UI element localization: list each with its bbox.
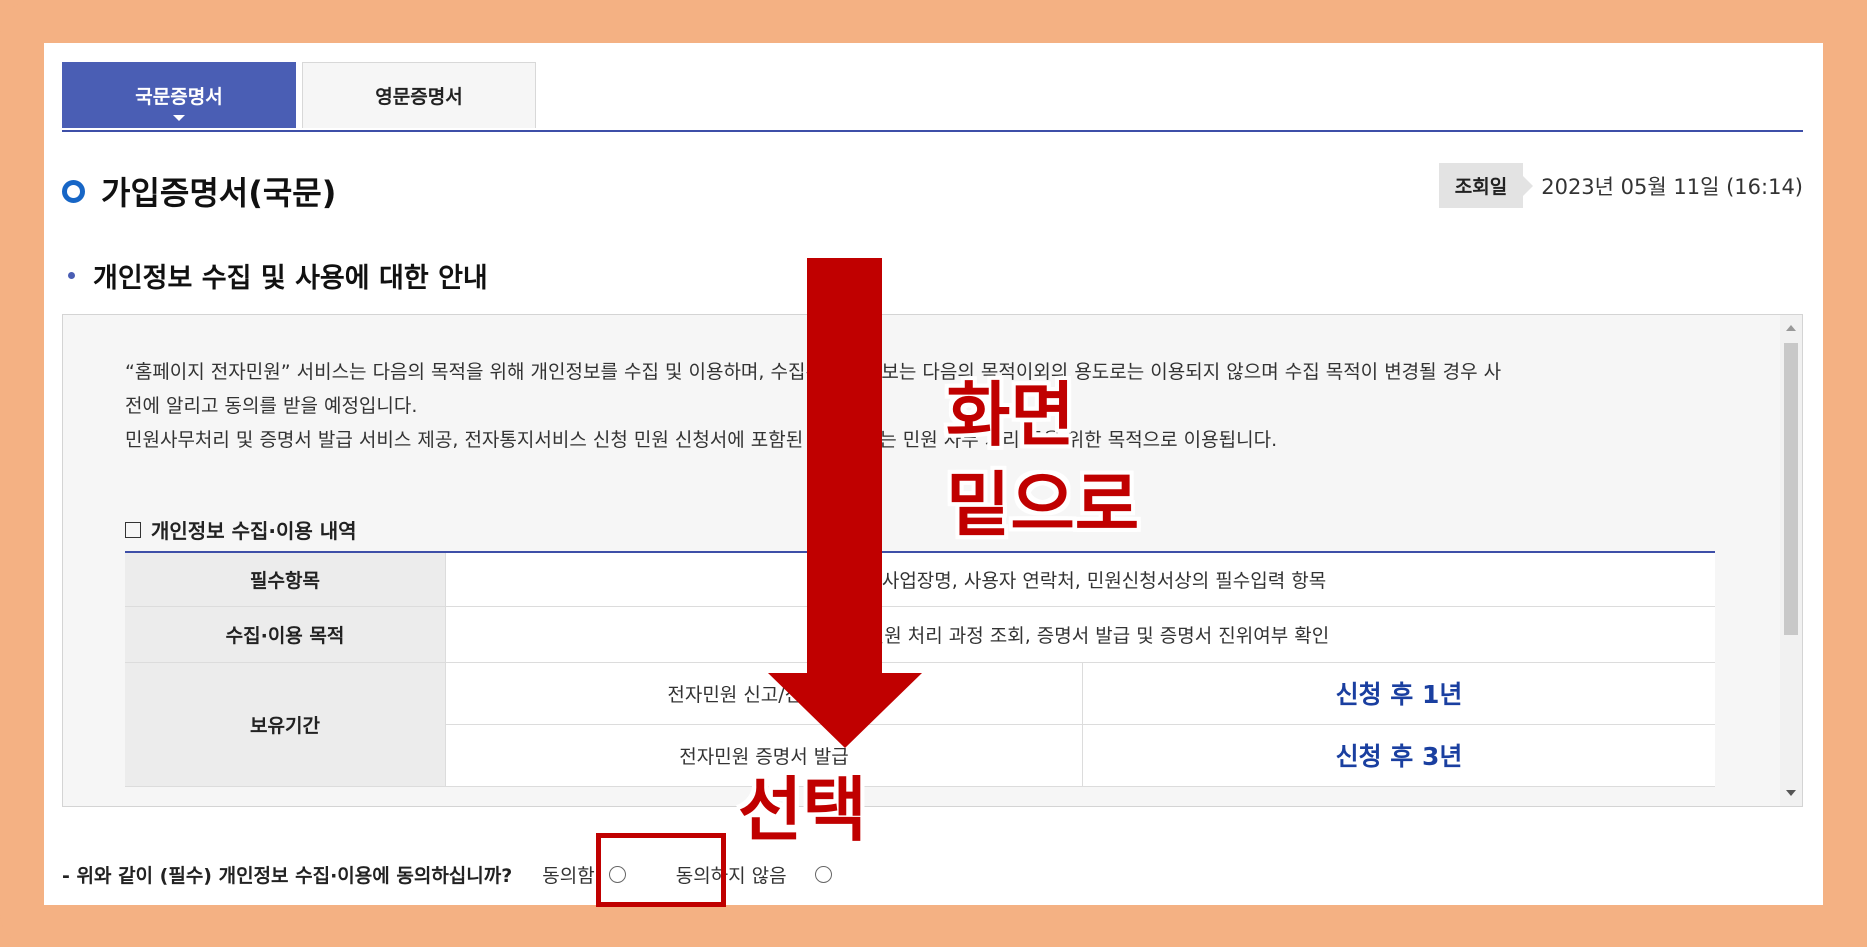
circle-marker-icon: [62, 179, 85, 203]
details-table: 필수항목 성명, 사업장명, 사용자 연락처, 민원신청서상의 필수입력 항목 …: [125, 551, 1715, 787]
annotation-highlight-box: [596, 833, 726, 907]
table-row: 필수항목 성명, 사업장명, 사용자 연락처, 민원신청서상의 필수입력 항목: [125, 552, 1715, 607]
scroll-down-arrow-shaft: [807, 258, 882, 678]
tab-english-certificate[interactable]: 영문증명서: [302, 62, 536, 128]
retention-period: 신청 후 1년: [1082, 662, 1715, 725]
retention-period: 신청 후 3년: [1082, 724, 1715, 787]
section-title: 개인정보 수집 및 사용에 대한 안내: [93, 263, 488, 294]
row-header: 수집·이용 목적: [125, 606, 446, 663]
section-title-row: 개인정보 수집 및 사용에 대한 안내: [68, 256, 488, 295]
annotation-scroll-line1: 화면: [946, 374, 1075, 456]
tab-korean-certificate[interactable]: 국문증명서: [62, 62, 296, 128]
tab-label: 국문증명서: [135, 85, 223, 108]
agree-label: 동의함: [542, 865, 595, 887]
scrollbar-thumb[interactable]: [1784, 343, 1798, 635]
tab-label: 영문증명서: [375, 86, 463, 108]
disagree-radio[interactable]: [814, 866, 832, 883]
certificate-tabs: 국문증명서 영문증명서: [62, 62, 1803, 132]
retention-type: 전자민원 신고/신청서 등: [445, 662, 1083, 725]
privacy-notice-scrollbox[interactable]: “홈페이지 전자민원” 서비스는 다음의 목적을 위해 개인정보를 수집 및 이…: [62, 314, 1803, 807]
page-title-row: 가입증명서(국문): [62, 168, 336, 214]
scroll-up-icon[interactable]: [1786, 325, 1796, 331]
table-row: 수집·이용 목적 전자민원 처리 과정 조회, 증명서 발급 및 증명서 진위여…: [125, 606, 1715, 663]
scroll-down-icon[interactable]: [1786, 790, 1796, 796]
page-title: 가입증명서(국문): [101, 174, 337, 212]
consent-question: - 위와 같이 (필수) 개인정보 수집·이용에 동의하십니까?: [62, 865, 513, 887]
content-panel: 국문증명서 영문증명서 가입증명서(국문) 조회일 2023년 05월 11일 …: [44, 43, 1823, 905]
caret-down-icon: [173, 115, 185, 121]
square-icon: [125, 521, 141, 538]
lookup-date-badge: 조회일: [1438, 163, 1534, 208]
annotation-scroll-line2: 밑으로: [946, 464, 1140, 546]
annotation-select: 선택: [738, 769, 867, 851]
details-heading-text: 개인정보 수집·이용 내역: [151, 519, 357, 543]
details-heading: 개인정보 수집·이용 내역: [125, 515, 357, 544]
row-value: 전자민원 처리 과정 조회, 증명서 발급 및 증명서 진위여부 확인: [445, 606, 1715, 663]
row-header: 필수항목: [125, 552, 446, 607]
row-header: 보유기간: [125, 662, 446, 787]
row-value: 성명, 사업장명, 사용자 연락처, 민원신청서상의 필수입력 항목: [445, 552, 1715, 607]
lookup-date-value: 2023년 05월 11일 (16:14): [1541, 174, 1803, 199]
vertical-scrollbar[interactable]: [1780, 315, 1802, 806]
scroll-down-arrow-icon: [768, 673, 922, 748]
lookup-date: 조회일 2023년 05월 11일 (16:14): [1438, 163, 1803, 208]
bullet-icon: [68, 272, 75, 279]
